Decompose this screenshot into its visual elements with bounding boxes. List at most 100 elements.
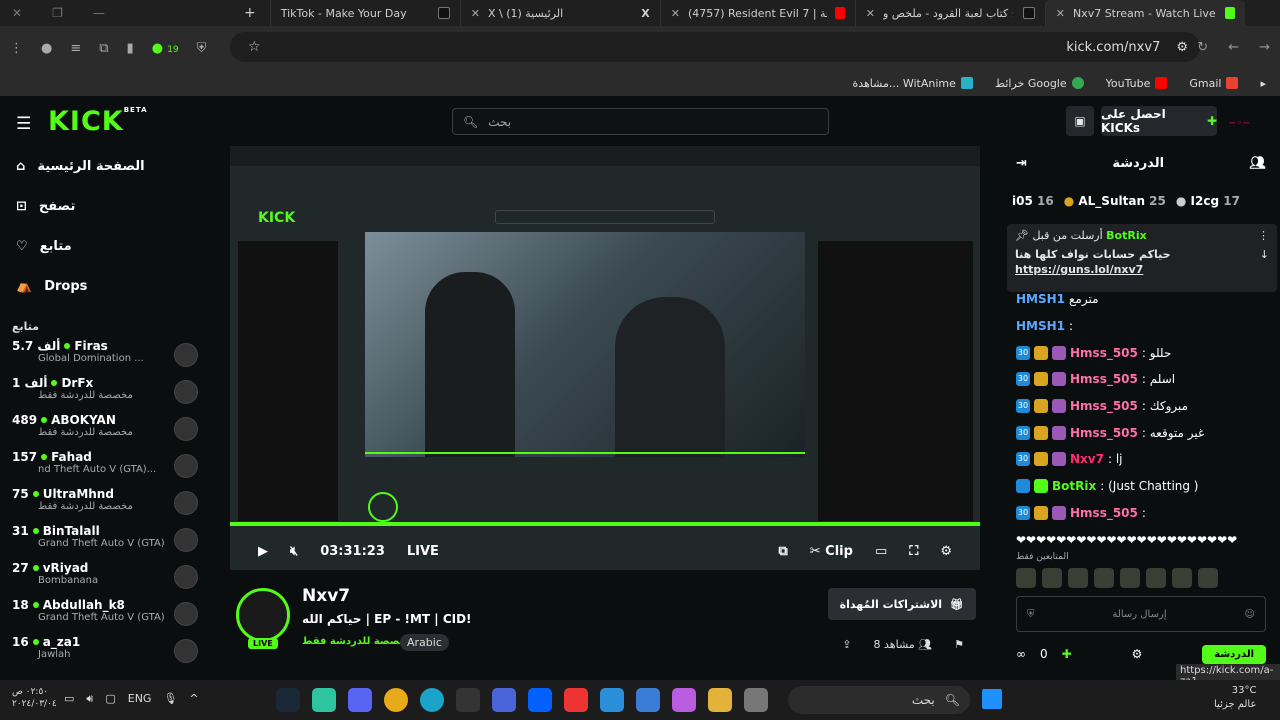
display-icon[interactable]: ▢ [105, 692, 115, 706]
settings-gear-icon[interactable]: ⚙ [940, 544, 952, 559]
following-item[interactable]: 1 ألف DrFx مخصصة للدردشة فقط [0, 374, 210, 411]
app-icon[interactable] [564, 688, 588, 712]
media-icon[interactable]: ≡ [70, 41, 81, 56]
stream-category[interactable]: مخصصة للدردشة فقط [302, 636, 413, 647]
following-item[interactable]: 489 ABOKYAN مخصصة للدردشة فقط [0, 411, 210, 448]
following-item[interactable]: 27 vRiyad Bombanana [0, 559, 210, 596]
gift-subs-button[interactable]: الاشتراكات المُهداة 🎁︎ [827, 588, 976, 620]
close-tab-icon[interactable]: ✕ [671, 7, 680, 20]
bookmark-witanime[interactable]: مشاهدة... WitAnime [852, 77, 973, 90]
chat-username[interactable]: Hmss_505 [1070, 506, 1138, 520]
sidebar-item-following[interactable]: ♡ متابع [0, 226, 210, 266]
chat-username[interactable]: HMSH1 [1016, 292, 1065, 306]
gifter-item[interactable]: ● I2cg 17 [1176, 194, 1240, 210]
chat-settings-icon[interactable]: ⚙ [1132, 647, 1143, 661]
chat-message[interactable]: 30 Hmss_505: مبروكك [1016, 393, 1276, 420]
chat-message[interactable]: BotRix: (Just Chatting ) [1016, 473, 1276, 500]
chat-message[interactable]: 30 Hmss_505: غير متوقعه [1016, 419, 1276, 446]
xbox-icon[interactable] [312, 688, 336, 712]
close-tab-icon[interactable]: ✕ [471, 7, 480, 20]
shield-icon[interactable]: ⛨ [197, 41, 207, 56]
following-item[interactable]: 5.7 ألف Firas Global Domination ... [0, 337, 210, 374]
volume-icon[interactable]: 🔊︎ [86, 692, 93, 706]
gifter-item[interactable]: i05 16 [1012, 194, 1054, 210]
search-input[interactable]: 🔍︎ بحث [452, 108, 829, 135]
emote-icon[interactable] [1198, 568, 1218, 588]
store-icon[interactable] [636, 688, 660, 712]
tab-tiktok-book[interactable]: ✕ شرح كتاب لعبة القرود - ملخص و [854, 0, 1045, 26]
close-tab-icon[interactable]: ✕ [866, 7, 875, 20]
edge-icon[interactable] [420, 688, 444, 712]
following-item[interactable]: 18 Abdullah_k8 Grand Theft Auto V (GTA) [0, 596, 210, 633]
volume-muted-icon[interactable]: 🔇︎ [290, 544, 298, 559]
app-icon[interactable] [492, 688, 516, 712]
pinned-menu-icon[interactable]: ⋮ [1258, 229, 1269, 242]
taskbar-search[interactable]: بحث 🔍︎ [788, 686, 970, 714]
emote-icon[interactable] [1172, 568, 1192, 588]
emote-icon[interactable] [1146, 568, 1166, 588]
pinned-message[interactable]: 📌︎ أرسلت من قبل BotRix ⋮ حياكم حسابات نو… [1007, 224, 1277, 292]
tab-x[interactable]: ✕ X \ (1) الرئيسية X [459, 0, 660, 26]
reload-icon[interactable]: ↻ [1197, 40, 1208, 55]
emoji-picker-icon[interactable]: ☺ [1245, 609, 1255, 620]
site-settings-icon[interactable]: ⚙ [1176, 40, 1188, 55]
copilot-icon[interactable] [672, 688, 696, 712]
weather-widget[interactable]: 33°C عالم جزئيا [1214, 684, 1256, 712]
infinity-icon[interactable]: ∞ [1016, 647, 1026, 661]
miniplayer-icon[interactable]: ⧉ [778, 544, 787, 559]
chat-username[interactable]: Hmss_505 [1070, 399, 1138, 413]
sidebar-item-drops[interactable]: ⛺ Drops [0, 266, 210, 306]
following-item[interactable]: 31 BinTalall Grand Theft Auto V (GTA) [0, 522, 210, 559]
tab-youtube[interactable]: ✕ (4757) Resident Evil 7 | إضافة | E [659, 0, 855, 26]
windows-start-icon[interactable] [982, 689, 1002, 709]
gifter-item[interactable]: ● AL_Sultan 25 [1064, 194, 1166, 210]
clock[interactable]: ٠٢:٥٠ ص ٢٠٢٤/٠٣/٠٤ [12, 686, 57, 710]
menu-dots-icon[interactable]: ⋮ [10, 41, 23, 56]
minimize-window-icon[interactable]: — [93, 6, 105, 20]
extension-icon[interactable]: ▮ [127, 41, 134, 56]
extension-badge-icon[interactable]: ● 19 [152, 41, 179, 56]
extension-icon[interactable]: ● [41, 41, 52, 56]
steam-icon[interactable] [276, 688, 300, 712]
following-item[interactable]: 16 a_za1 Jawlah [0, 633, 210, 670]
emote-icon[interactable] [1068, 568, 1088, 588]
sidebar-item-home[interactable]: ⌂ الصفحة الرئيسية [0, 146, 210, 186]
app-icon[interactable] [744, 688, 768, 712]
theater-mode-icon[interactable]: ▭ [875, 544, 887, 559]
bookmark-gmail[interactable]: Gmail [1189, 77, 1239, 90]
send-chat-button[interactable]: الدردشة [1202, 644, 1266, 664]
live-indicator[interactable]: LIVE [407, 544, 439, 559]
playback-progress[interactable] [230, 522, 980, 526]
fullscreen-icon[interactable]: ⛶ [909, 544, 918, 559]
tray-overflow-icon[interactable]: ^ [189, 692, 198, 706]
chat-input[interactable]: ⛨ إرسال رسالة ☺ [1016, 596, 1266, 632]
store-icon[interactable]: ▣ [1066, 106, 1094, 136]
sidebar-item-browse[interactable]: ⊡ تصفح [0, 186, 210, 226]
close-tab-icon[interactable]: ✕ [1056, 7, 1065, 20]
emote-icon[interactable] [1120, 568, 1140, 588]
close-window-icon[interactable]: ✕ [12, 6, 22, 20]
chat-message[interactable]: ❤❤❤❤❤❤❤❤❤❤❤❤❤❤❤❤❤❤❤❤❤❤ [1016, 526, 1276, 553]
chat-username[interactable]: HMSH1 [1016, 319, 1065, 333]
channel-options-icon[interactable]: ⚑ [954, 638, 964, 651]
channel-avatar[interactable] [236, 588, 290, 642]
chat-message[interactable]: HMSH1: [1016, 313, 1276, 340]
chat-message[interactable]: 30 Hmss_505: اسلم [1016, 366, 1276, 393]
emote-icon[interactable] [1094, 568, 1114, 588]
chat-message[interactable]: HMSH1 مترمع [1016, 286, 1276, 313]
following-item[interactable]: 75 UltraMhnd مخصصة للدردشة فقط [0, 485, 210, 522]
bookmark-star-icon[interactable]: ☆ [248, 39, 261, 55]
user-avatar[interactable]: −◦− [1228, 118, 1251, 129]
bookmark-youtube[interactable]: YouTube [1106, 77, 1168, 90]
discord-icon[interactable] [348, 688, 372, 712]
chat-username[interactable]: Hmss_505 [1070, 372, 1138, 386]
back-icon[interactable]: → [1259, 40, 1270, 55]
emote-icon[interactable] [1016, 568, 1036, 588]
collapse-chat-icon[interactable]: ⇥ [1016, 156, 1027, 176]
chat-message[interactable]: 30 Hmss_505: حللو [1016, 339, 1276, 366]
play-icon[interactable]: ▶ [258, 544, 268, 559]
chat-username[interactable]: Hmss_505 [1070, 346, 1138, 360]
extensions-puzzle-icon[interactable]: ⧉ [99, 41, 108, 56]
expand-icon[interactable]: ↓ [1260, 248, 1269, 261]
mail-icon[interactable] [600, 688, 624, 712]
